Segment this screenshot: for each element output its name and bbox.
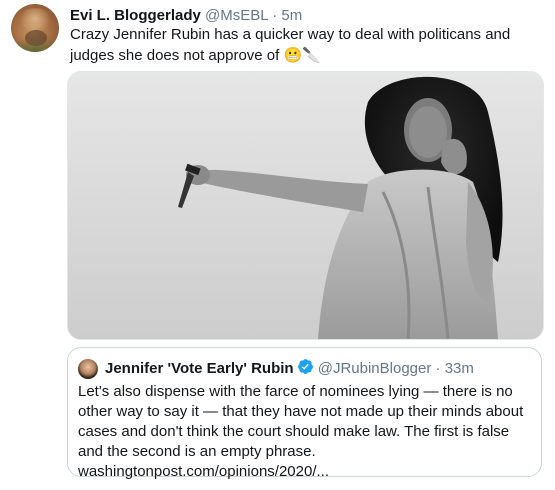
quoted-tweet-timestamp[interactable]: 33m bbox=[445, 360, 474, 377]
verified-badge-icon bbox=[297, 358, 314, 381]
tweet-text: Crazy Jennifer Rubin has a quicker way t… bbox=[70, 25, 546, 66]
grimacing-face-emoji: 😬 bbox=[283, 46, 303, 64]
author-avatar[interactable] bbox=[11, 4, 59, 52]
quoted-tweet-body: Let's also dispense with the farce of no… bbox=[78, 383, 524, 460]
avatar-ground bbox=[11, 40, 59, 52]
author-name[interactable]: Evi L. Bloggerlady bbox=[70, 7, 201, 24]
tweet-photo[interactable] bbox=[67, 71, 544, 340]
quoted-author-avatar[interactable] bbox=[78, 359, 98, 379]
quoted-author-handle[interactable]: @JRubinBlogger bbox=[318, 360, 432, 377]
quoted-header-separator: · bbox=[435, 360, 441, 377]
quoted-tweet-text: Let's also dispense with the farce of no… bbox=[78, 382, 536, 482]
quoted-tweet[interactable]: Jennifer 'Vote Early' Rubin @JRubinBlogg… bbox=[67, 347, 542, 480]
tweet-header: Evi L. Bloggerlady @MsEBL · 5m bbox=[70, 6, 302, 26]
author-handle[interactable]: @MsEBL bbox=[205, 7, 268, 24]
knife-emoji: 🔪 bbox=[302, 46, 321, 64]
photo-woman-with-knife bbox=[68, 72, 543, 339]
tweet-timestamp[interactable]: 5m bbox=[281, 7, 302, 24]
header-separator: · bbox=[272, 7, 278, 24]
quoted-author-name[interactable]: Jennifer 'Vote Early' Rubin bbox=[105, 360, 294, 377]
tweet[interactable]: Evi L. Bloggerlady @MsEBL · 5m Crazy Jen… bbox=[0, 0, 555, 490]
quoted-tweet-link[interactable]: washingtonpost.com/opinions/2020/... bbox=[78, 462, 536, 482]
quoted-tweet-header: Jennifer 'Vote Early' Rubin @JRubinBlogg… bbox=[105, 358, 474, 381]
avatar-highlight bbox=[17, 8, 53, 30]
